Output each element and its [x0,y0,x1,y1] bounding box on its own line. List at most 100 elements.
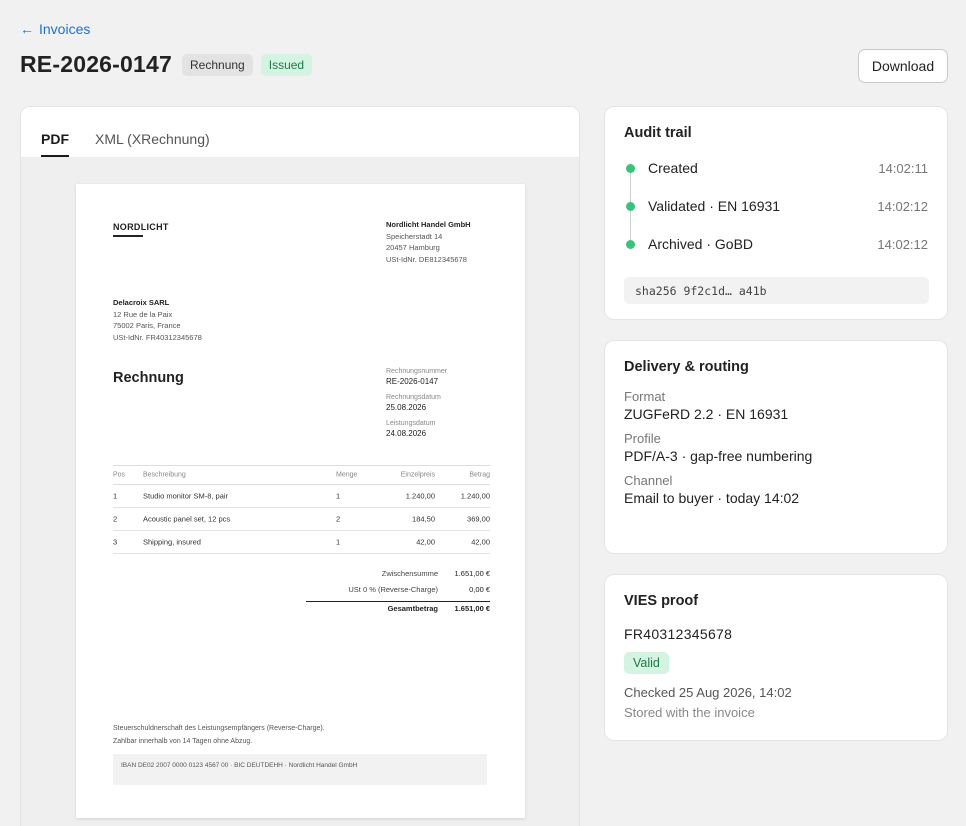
page-title: RE-2026-0147 [20,51,173,77]
cell-desc: Shipping, insured [143,537,201,547]
bank-details: IBAN DE02 2007 0000 0123 4567 00 · BIC D… [113,754,487,785]
viewer-canvas[interactable]: NORDLICHT Nordlicht Handel GmbH Speicher… [21,158,579,826]
subtotal-row: Zwischensumme 1.651,00 € [306,569,490,585]
tax-row: USt 0 % (Reverse-Charge) 0,00 € [306,585,490,601]
cell-qty: 2 [336,514,341,524]
seller-name: Nordlicht Handel GmbH [386,220,471,229]
cell-unit: 42,00 [416,537,435,547]
cell-pos: 1 [113,491,118,501]
buyer-street: 12 Rue de la Paix [113,309,173,319]
event-label: Archived · GoBD [648,236,754,252]
buyer-name: Delacroix SARL [113,298,170,307]
audit-trail-card: Audit trail Created 14:02:11 Validated ·… [604,106,948,320]
status-dot-icon [626,202,635,211]
totals-block: Zwischensumme 1.651,00 € USt 0 % (Revers… [306,569,490,617]
vies-checked-time: Checked 25 Aug 2026, 14:02 [624,685,792,700]
event-label: Created [648,160,698,176]
format-value: ZUGFeRD 2.2 · EN 16931 [624,406,789,422]
meta-value: 24.08.2026 [386,429,427,438]
pdf-page: NORDLICHT Nordlicht Handel GmbH Speicher… [76,184,525,818]
viewer-tabs: PDF XML (XRechnung) [21,107,579,158]
back-to-invoices-link[interactable]: ← Invoices [20,21,90,37]
title-row: RE-2026-0147 Rechnung Issued [20,51,313,78]
meta-value: RE-2026-0147 [386,377,439,386]
meta-service-date: Leistungsdatum 24.08.2026 [386,419,435,439]
status-badge: Issued [260,53,313,76]
vat-id: FR40312345678 [624,626,733,642]
vies-status-badge: Valid [624,652,669,674]
invoice-notes: Steuerschuldnerschaft des Leistungsempfä… [113,722,325,748]
seller-street: Speicherstadt 14 [386,231,443,241]
timeline-item: Created 14:02:11 [605,158,947,178]
channel-label: Channel [624,473,673,488]
channel-value: Email to buyer · today 14:02 [624,490,800,506]
download-button[interactable]: Download [858,49,948,83]
col-qty: Menge [336,471,358,479]
meta-label: Leistungsdatum [386,420,436,427]
col-amount: Betrag [469,471,490,479]
cell-qty: 1 [336,537,341,547]
total-label: USt 0 % (Reverse-Charge) [348,585,438,594]
document-viewer: PDF XML (XRechnung) NORDLICHT Nordlicht … [20,106,580,826]
cell-pos: 3 [113,537,118,547]
event-time: 14:02:12 [877,199,928,214]
document-title: Rechnung [113,370,184,386]
status-dot-icon [626,240,635,249]
vies-title: VIES proof [624,593,699,609]
arrow-left-icon: ← [20,21,34,37]
logo-underline [113,235,143,237]
cell-desc: Studio monitor SM-8, pair [143,491,229,501]
cell-amount: 369,00 [467,514,490,524]
total-label: Zwischensumme [381,569,438,578]
timeline-item: Archived · GoBD 14:02:12 [605,234,947,254]
table-row: 1 Studio monitor SM-8, pair 1 1.240,00 1… [113,485,490,508]
event-time: 14:02:11 [878,161,928,176]
note-line: Steuerschuldnerschaft des Leistungsempfä… [113,725,325,732]
event-time: 14:02:12 [877,237,928,252]
vies-stored-note: Stored with the invoice [624,705,755,720]
format-label: Format [624,389,666,404]
meta-value: 25.08.2026 [386,403,427,412]
col-unit: Einzelpreis [400,471,435,479]
seller-city: 20457 Hamburg [386,243,440,252]
total-label: Gesamtbetrag [387,604,438,613]
delivery-routing-card: Delivery & routing Format ZUGFeRD 2.2 · … [604,340,948,554]
col-desc: Beschreibung [143,471,186,479]
seller-logo: NORDLICHT [113,222,169,232]
audit-trail-title: Audit trail [624,125,692,141]
total-value: 1.651,00 € [454,569,490,578]
note-line: Zahlbar innerhalb von 14 Tagen ohne Abzu… [113,738,253,745]
cell-desc: Acoustic panel set, 12 pcs [143,514,231,524]
meta-invoice-date: Rechnungsdatum 25.08.2026 [386,393,441,413]
cell-unit: 184,50 [412,514,435,524]
meta-label: Rechnungsnummer [386,368,448,375]
meta-invoice-number: Rechnungsnummer RE-2026-0147 [386,367,447,387]
tab-pdf[interactable]: PDF [41,131,69,157]
col-pos: Pos [113,471,126,479]
tab-xml[interactable]: XML (XRechnung) [95,131,210,157]
grand-total-row: Gesamtbetrag 1.651,00 € [306,601,490,617]
seller-address: Nordlicht Handel GmbH Speicherstadt 14 2… [386,219,471,265]
profile-label: Profile [624,431,661,446]
delivery-title: Delivery & routing [624,359,749,375]
meta-label: Rechnungsdatum [386,394,441,401]
back-link-label: Invoices [39,21,91,37]
buyer-city: 75002 Paris, France [113,321,181,330]
cell-pos: 2 [113,514,118,524]
cell-amount: 1.240,00 [460,491,490,501]
cell-qty: 1 [336,491,341,501]
table-header: Pos Beschreibung Menge Einzelpreis Betra… [113,465,490,485]
table-row: 3 Shipping, insured 1 42,00 42,00 [113,531,490,554]
buyer-vat: USt-IdNr. FR40312345678 [113,332,202,342]
total-value: 0,00 € [469,585,490,594]
vies-proof-card: VIES proof FR40312345678 Valid Checked 2… [604,574,948,741]
event-label: Validated · EN 16931 [648,198,781,214]
line-items-table: Pos Beschreibung Menge Einzelpreis Betra… [113,465,490,554]
buyer-address: Delacroix SARL 12 Rue de la Paix 75002 P… [113,297,202,343]
cell-amount: 42,00 [471,537,490,547]
table-row: 2 Acoustic panel set, 12 pcs 2 184,50 36… [113,508,490,531]
document-hash: sha256 9f2c1d… a41b [624,277,929,304]
profile-value: PDF/A-3 · gap-free numbering [624,448,813,464]
seller-vat: USt-IdNr. DE812345678 [386,254,467,264]
total-value: 1.651,00 € [454,604,490,613]
